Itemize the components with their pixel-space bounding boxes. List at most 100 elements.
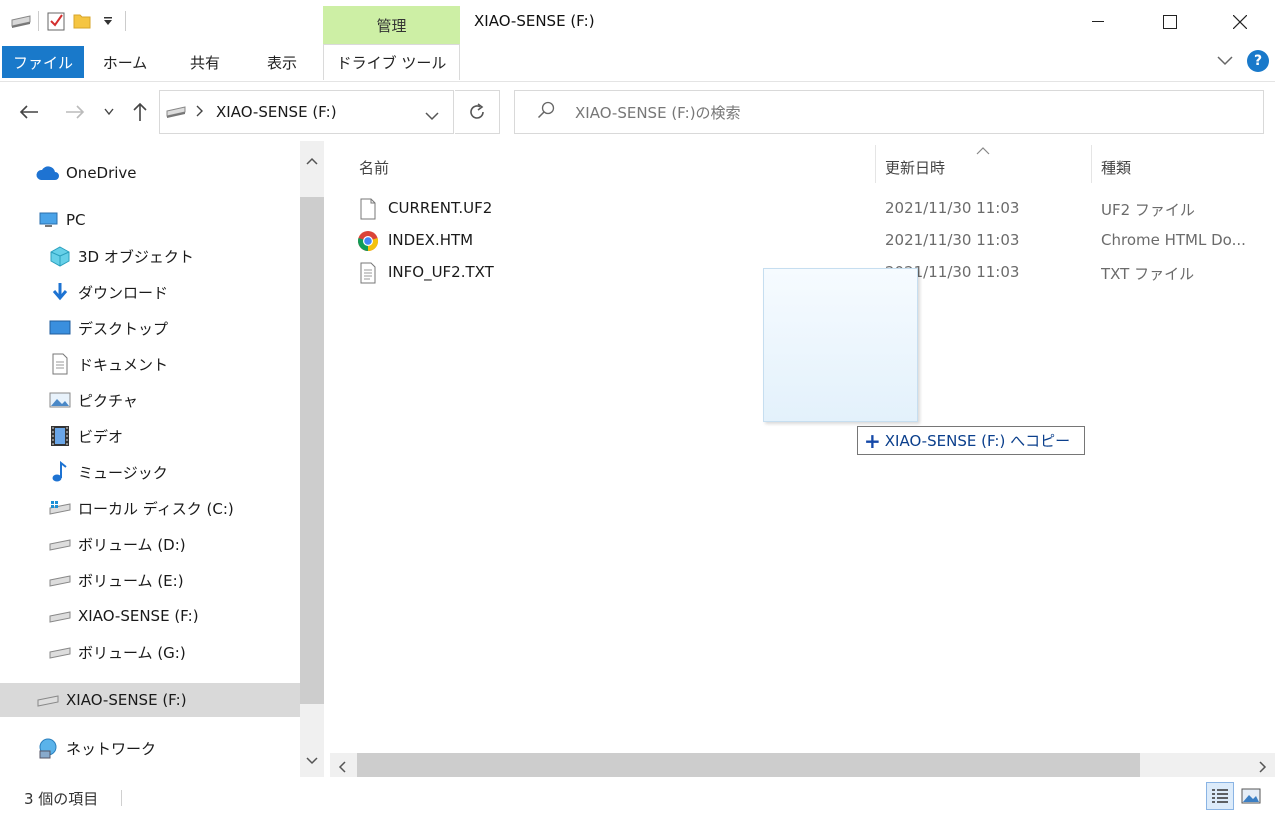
sidebar-item-volume-e[interactable]: ボリューム (E:) <box>0 563 300 597</box>
refresh-button[interactable] <box>455 90 500 134</box>
breadcrumb[interactable]: XIAO-SENSE (F:) <box>216 103 337 121</box>
scroll-right-icon[interactable] <box>1259 759 1267 777</box>
drive-icon <box>48 640 72 664</box>
drive-icon <box>8 8 34 34</box>
up-button[interactable] <box>127 98 153 126</box>
sidebar-item-videos[interactable]: ビデオ <box>0 419 300 453</box>
file-type: UF2 ファイル <box>1101 201 1195 219</box>
file-type: Chrome HTML Do... <box>1101 231 1246 249</box>
pc-icon <box>36 208 60 232</box>
network-icon <box>36 736 60 760</box>
search-box[interactable]: XIAO-SENSE (F:)の検索 <box>514 90 1264 134</box>
file-name: INFO_UF2.TXT <box>388 263 494 281</box>
video-icon <box>48 424 72 448</box>
back-button[interactable] <box>16 98 42 126</box>
music-icon <box>48 460 72 484</box>
navigation-pane: OneDrive PC 3D オブジェクト ダウンロード デスクトップ ドキュメ… <box>0 141 300 776</box>
sidebar-item-documents[interactable]: ドキュメント <box>0 347 300 381</box>
file-name: CURRENT.UF2 <box>388 199 493 217</box>
file-row[interactable]: INDEX.HTM 2021/11/30 11:03 Chrome HTML D… <box>356 225 1275 257</box>
forward-arrow-icon <box>66 105 85 119</box>
document-icon <box>48 352 72 376</box>
file-name: INDEX.HTM <box>388 231 474 249</box>
column-header-date[interactable]: 更新日時 <box>885 149 945 185</box>
file-list: 名前 更新日時 種類 CURRENT.UF2 2021/11/30 11:03 … <box>330 141 1275 753</box>
status-bar: 3 個の項目 <box>0 778 1275 814</box>
search-icon <box>537 101 555 123</box>
sidebar-item-music[interactable]: ミュージック <box>0 455 300 489</box>
sidebar-item-desktop[interactable]: デスクトップ <box>0 311 300 345</box>
plus-icon: + <box>864 428 881 453</box>
tab-file[interactable]: ファイル <box>2 46 84 78</box>
recent-locations-button[interactable] <box>96 98 122 126</box>
drive-icon <box>48 568 72 592</box>
tab-manage[interactable]: 管理 <box>323 6 460 44</box>
sidebar-item-volume-d[interactable]: ボリューム (D:) <box>0 527 300 561</box>
up-arrow-icon <box>133 102 147 121</box>
item-count: 3 個の項目 <box>24 790 99 808</box>
maximize-icon <box>1163 15 1177 29</box>
drive-icon <box>164 106 188 118</box>
sidebar-item-pictures[interactable]: ピクチャ <box>0 383 300 417</box>
sidebar-item-downloads[interactable]: ダウンロード <box>0 275 300 309</box>
thumbnail-view-icon <box>1241 788 1261 804</box>
column-header-type[interactable]: 種類 <box>1101 149 1131 185</box>
file-row[interactable]: CURRENT.UF2 2021/11/30 11:03 UF2 ファイル <box>356 193 1275 225</box>
tab-drive-tools[interactable]: ドライブ ツール <box>323 44 460 80</box>
sidebar-item-xiao-sense-f[interactable]: XIAO-SENSE (F:) <box>0 599 300 633</box>
sidebar-item-local-disk-c[interactable]: ローカル ディスク (C:) <box>0 491 300 525</box>
sidebar-item-xiao-sense-root[interactable]: XIAO-SENSE (F:) <box>0 683 300 717</box>
minimize-icon <box>1092 21 1104 22</box>
text-file-icon <box>356 261 380 285</box>
ribbon-tabs: ファイル ホーム 共有 表示 ドライブ ツール ? <box>0 44 1275 82</box>
new-folder-icon[interactable] <box>69 8 95 34</box>
expand-ribbon-icon[interactable] <box>1217 52 1233 70</box>
help-button[interactable]: ? <box>1247 50 1269 72</box>
large-icons-view-button[interactable] <box>1237 782 1265 810</box>
scroll-left-icon[interactable] <box>338 759 346 777</box>
tab-view[interactable]: 表示 <box>254 44 310 80</box>
window-title: XIAO-SENSE (F:) <box>474 12 595 30</box>
customize-qat-icon[interactable] <box>95 8 121 34</box>
sidebar-item-3d-objects[interactable]: 3D オブジェクト <box>0 239 300 273</box>
file-icon <box>356 197 380 221</box>
3d-objects-icon <box>48 244 72 268</box>
pictures-icon <box>48 388 72 412</box>
scroll-down-icon[interactable] <box>306 751 318 769</box>
properties-icon[interactable] <box>43 8 69 34</box>
drop-tooltip: + XIAO-SENSE (F:) へコピー <box>857 426 1085 455</box>
drive-icon <box>48 604 72 628</box>
address-bar[interactable]: XIAO-SENSE (F:) <box>159 90 454 134</box>
tab-home[interactable]: ホーム <box>95 44 155 80</box>
local-disk-icon <box>48 496 72 520</box>
back-arrow-icon <box>19 105 38 119</box>
horizontal-scrollbar-thumb[interactable] <box>357 753 1140 777</box>
refresh-icon <box>470 103 484 119</box>
sidebar-item-onedrive[interactable]: OneDrive <box>0 156 300 190</box>
close-button[interactable] <box>1204 0 1275 44</box>
scroll-up-icon[interactable] <box>306 151 318 169</box>
sort-ascending-icon <box>976 141 990 159</box>
breadcrumb-separator-icon[interactable] <box>196 103 204 121</box>
sidebar-item-pc[interactable]: PC <box>0 203 300 237</box>
tab-share[interactable]: 共有 <box>178 44 232 80</box>
search-input[interactable]: XIAO-SENSE (F:)の検索 <box>575 102 741 123</box>
sidebar-item-volume-g[interactable]: ボリューム (G:) <box>0 635 300 669</box>
column-header-name[interactable]: 名前 <box>359 149 389 185</box>
drive-icon <box>36 688 60 712</box>
details-view-icon <box>1212 789 1228 803</box>
forward-button[interactable] <box>62 98 88 126</box>
details-view-button[interactable] <box>1206 782 1234 810</box>
nav-scrollbar-thumb[interactable] <box>300 197 324 704</box>
chevron-down-icon <box>104 108 114 116</box>
address-dropdown-icon[interactable] <box>425 107 439 125</box>
file-date: 2021/11/30 11:03 <box>885 231 1020 249</box>
minimize-button[interactable] <box>1062 0 1134 44</box>
chrome-icon <box>356 229 380 253</box>
file-date: 2021/11/30 11:03 <box>885 199 1020 217</box>
onedrive-icon <box>36 161 60 185</box>
maximize-button[interactable] <box>1134 0 1206 44</box>
sidebar-item-network[interactable]: ネットワーク <box>0 731 300 765</box>
desktop-icon <box>48 316 72 340</box>
drive-icon <box>48 532 72 556</box>
